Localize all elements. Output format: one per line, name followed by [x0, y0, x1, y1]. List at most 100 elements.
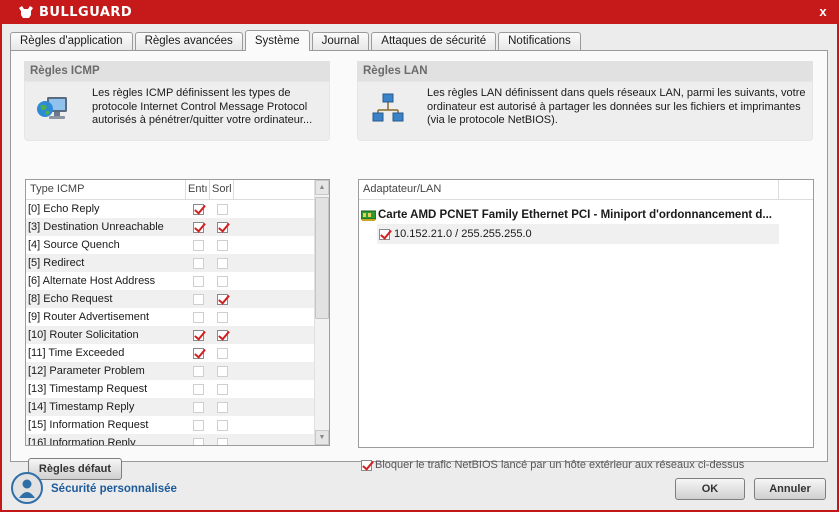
icmp-type-label: [3] Destination Unreachable	[28, 221, 164, 233]
incoming-checkbox[interactable]	[192, 437, 204, 445]
icmp-type-label: [10] Router Solicitation	[28, 329, 139, 341]
custom-security-link[interactable]: Sécurité personnalisée	[51, 483, 177, 495]
icmp-type-label: [0] Echo Reply	[28, 203, 100, 215]
lan-section-title: Règles LAN	[357, 61, 813, 81]
column-incoming[interactable]: Entı	[186, 180, 210, 199]
column-outgoing[interactable]: Sorl	[210, 180, 234, 199]
incoming-checkbox[interactable]	[192, 401, 204, 413]
icmp-row-8[interactable]: [8] Echo Request	[26, 290, 329, 308]
icmp-row-13[interactable]: [13] Timestamp Request	[26, 380, 329, 398]
security-profile-icon	[11, 472, 43, 504]
tab-advanced-rules[interactable]: Règles avancées	[134, 32, 243, 51]
lan-network-label: 10.152.21.0 / 255.255.255.0	[394, 228, 532, 240]
icmp-list-scrollbar[interactable]: ▲ ▼	[314, 180, 329, 445]
icmp-type-label: [9] Router Advertisement	[28, 311, 150, 323]
outgoing-checkbox[interactable]	[216, 257, 228, 269]
outgoing-checkbox[interactable]	[216, 437, 228, 445]
netbios-label: Bloquer le trafic NetBIOS lancé par un h…	[375, 459, 745, 471]
outgoing-checkbox[interactable]	[216, 365, 228, 377]
window-body: Règles d'application Règles avancées Sys…	[2, 24, 837, 510]
incoming-checkbox[interactable]	[192, 365, 204, 377]
icmp-rows: [0] Echo Reply [3] Destination Unreachab…	[26, 200, 329, 446]
icmp-row-14[interactable]: [14] Timestamp Reply	[26, 398, 329, 416]
tab-notifications[interactable]: Notifications	[498, 32, 581, 51]
person-icon	[19, 479, 35, 498]
incoming-checkbox[interactable]	[192, 329, 204, 341]
icmp-row-4[interactable]: [4] Source Quench	[26, 236, 329, 254]
incoming-checkbox[interactable]	[192, 383, 204, 395]
brand-name: BULLGUARD	[39, 4, 133, 20]
icmp-row-11[interactable]: [11] Time Exceeded	[26, 344, 329, 362]
incoming-checkbox[interactable]	[192, 221, 204, 233]
incoming-checkbox[interactable]	[192, 239, 204, 251]
icmp-type-label: [16] Information Reply	[28, 437, 136, 446]
scroll-thumb[interactable]	[315, 197, 329, 319]
tab-security-attacks[interactable]: Attaques de sécurité	[371, 32, 497, 51]
icmp-description: Les règles ICMP définissent les types de…	[92, 87, 313, 126]
icmp-type-label: [11] Time Exceeded	[28, 347, 125, 359]
incoming-checkbox[interactable]	[192, 275, 204, 287]
incoming-checkbox[interactable]	[192, 419, 204, 431]
network-card-icon	[361, 210, 376, 221]
icmp-row-0[interactable]: [0] Echo Reply	[26, 200, 329, 218]
ok-button[interactable]: OK	[675, 478, 745, 500]
network-icon	[372, 93, 404, 122]
close-button[interactable]: x	[815, 4, 831, 20]
incoming-checkbox[interactable]	[192, 257, 204, 269]
icmp-type-label: [15] Information Request	[28, 419, 149, 431]
bull-logo-icon	[19, 6, 33, 18]
lan-network-checkbox[interactable]	[379, 228, 390, 240]
icmp-type-label: [12] Parameter Problem	[28, 365, 145, 377]
brand: BULLGUARD	[18, 4, 132, 20]
column-adapter-lan[interactable]: Adaptateur/LAN	[359, 180, 779, 199]
icmp-row-5[interactable]: [5] Redirect	[26, 254, 329, 272]
icmp-row-16[interactable]: [16] Information Reply	[26, 434, 329, 446]
title-bar: BULLGUARD x	[0, 0, 839, 24]
scroll-down-icon[interactable]: ▼	[315, 430, 329, 445]
column-icmp-type[interactable]: Type ICMP	[26, 180, 186, 199]
lan-network-row[interactable]: 10.152.21.0 / 255.255.255.0	[377, 224, 779, 244]
icmp-row-9[interactable]: [9] Router Advertisement	[26, 308, 329, 326]
icmp-type-label: [14] Timestamp Reply	[28, 401, 135, 413]
incoming-checkbox[interactable]	[192, 347, 204, 359]
netbios-option[interactable]: Bloquer le trafic NetBIOS lancé par un h…	[361, 459, 744, 471]
outgoing-checkbox[interactable]	[216, 419, 228, 431]
adapter-name: Carte AMD PCNET Family Ethernet PCI - Mi…	[378, 208, 772, 221]
icmp-type-list[interactable]: Type ICMP Entı Sorl [0] Echo Reply [3] D…	[25, 179, 330, 446]
incoming-checkbox[interactable]	[192, 311, 204, 323]
incoming-checkbox[interactable]	[192, 293, 204, 305]
outgoing-checkbox[interactable]	[216, 311, 228, 323]
adapter-row[interactable]: Carte AMD PCNET Family Ethernet PCI - Mi…	[359, 205, 813, 224]
outgoing-checkbox[interactable]	[216, 239, 228, 251]
computer-globe-icon	[37, 97, 67, 119]
icmp-row-12[interactable]: [12] Parameter Problem	[26, 362, 329, 380]
default-rules-button[interactable]: Règles défaut	[28, 458, 122, 480]
outgoing-checkbox[interactable]	[216, 347, 228, 359]
outgoing-checkbox[interactable]	[216, 401, 228, 413]
icmp-type-label: [4] Source Quench	[28, 239, 120, 251]
outgoing-checkbox[interactable]	[216, 203, 228, 215]
outgoing-checkbox[interactable]	[216, 383, 228, 395]
incoming-checkbox[interactable]	[192, 203, 204, 215]
icmp-row-10[interactable]: [10] Router Solicitation	[26, 326, 329, 344]
icmp-type-label: [8] Echo Request	[28, 293, 113, 305]
lan-adapter-list[interactable]: Adaptateur/LAN Carte AMD PCNET Family Et…	[358, 179, 814, 448]
icmp-description-box: Les règles ICMP définissent les types de…	[24, 81, 330, 141]
tab-journal[interactable]: Journal	[311, 32, 370, 51]
cancel-button[interactable]: Annuler	[754, 478, 826, 500]
icmp-type-label: [6] Alternate Host Address	[28, 275, 156, 287]
lan-description: Les règles LAN définissent dans quels ré…	[427, 87, 806, 126]
lan-list-header: Adaptateur/LAN	[359, 180, 813, 200]
outgoing-checkbox[interactable]	[216, 221, 228, 233]
icmp-row-6[interactable]: [6] Alternate Host Address	[26, 272, 329, 290]
icmp-row-3[interactable]: [3] Destination Unreachable	[26, 218, 329, 236]
tab-system[interactable]: Système	[244, 30, 310, 51]
system-panel: Règles ICMP Les règles ICMP définissent …	[10, 50, 828, 480]
icmp-row-15[interactable]: [15] Information Request	[26, 416, 329, 434]
netbios-checkbox[interactable]	[361, 459, 372, 471]
outgoing-checkbox[interactable]	[216, 275, 228, 287]
tab-application-rules[interactable]: Règles d'application	[10, 32, 133, 51]
outgoing-checkbox[interactable]	[216, 329, 228, 341]
scroll-up-icon[interactable]: ▲	[315, 180, 329, 195]
outgoing-checkbox[interactable]	[216, 293, 228, 305]
